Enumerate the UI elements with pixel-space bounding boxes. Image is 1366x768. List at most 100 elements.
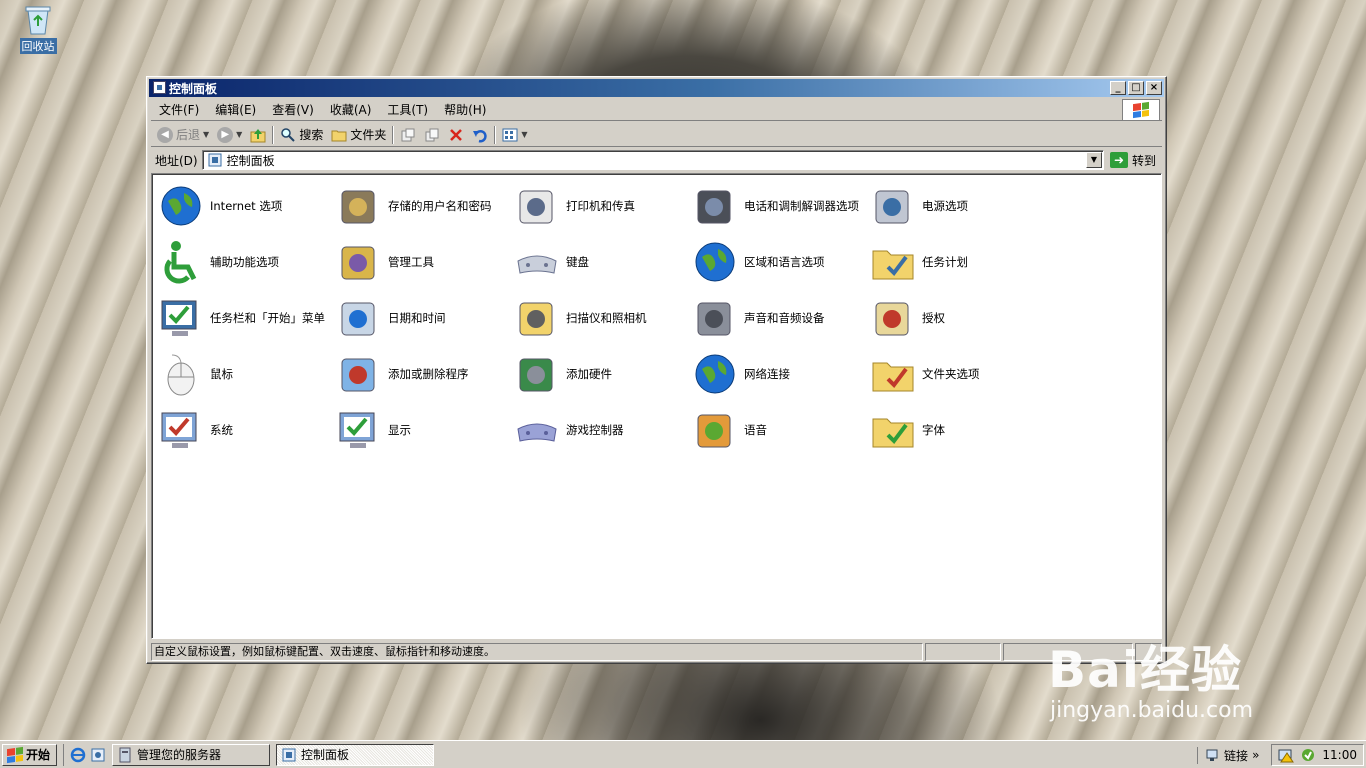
control-panel-item[interactable]: 字体 (870, 402, 1048, 458)
up-button[interactable] (246, 124, 270, 146)
item-label: 存储的用户名和密码 (388, 198, 492, 213)
views-icon (502, 128, 518, 141)
control-panel-item[interactable]: 任务栏和「开始」菜单 (158, 290, 336, 346)
back-arrow-icon: ◀ (157, 126, 173, 143)
search-label: 搜索 (299, 128, 324, 142)
move-to-icon (401, 128, 415, 141)
system-tray: 链接 » 11:00 (1197, 744, 1364, 766)
control-panel-item[interactable]: 辅助功能选项 (158, 234, 336, 290)
control-panel-icon[interactable] (90, 747, 106, 763)
control-panel-item[interactable]: 添加或删除程序 (336, 346, 514, 402)
keyboard-icon (514, 239, 560, 285)
maximize-button[interactable]: □ (1128, 81, 1144, 95)
item-label: 管理工具 (388, 254, 434, 269)
control-panel-item[interactable]: 电话和调制解调器选项 (692, 178, 870, 234)
add-hardware-icon (514, 351, 560, 397)
minimize-button[interactable]: _ (1110, 81, 1126, 95)
back-button[interactable]: ◀ 后退 ▼ (153, 124, 213, 146)
go-button[interactable]: ➜ 转到 (1104, 152, 1162, 169)
folders-label: 文件夹 (350, 128, 387, 142)
control-panel-item[interactable]: 显示 (336, 402, 514, 458)
control-panel-item[interactable]: 扫描仪和照相机 (514, 290, 692, 346)
baidu-watermark: Bai经验 jingyan.baidu.com (1048, 630, 1253, 723)
task-label: 管理您的服务器 (137, 748, 222, 762)
windows-logo-icon (7, 746, 23, 763)
control-panel-item[interactable]: 存储的用户名和密码 (336, 178, 514, 234)
scanner-camera-icon (514, 295, 560, 341)
control-panel-item[interactable]: 电源选项 (870, 178, 1048, 234)
system-icon (158, 407, 204, 453)
back-label: 后退 (176, 128, 201, 142)
menu-favorites[interactable]: 收藏(A) (322, 100, 380, 120)
task-control-panel[interactable]: 控制面板 (276, 743, 435, 766)
delete-button[interactable] (444, 124, 468, 146)
taskbar: 开始 管理您的服务器 控制面板 链接 » 11:00 (0, 740, 1366, 768)
menu-help[interactable]: 帮助(H) (436, 100, 494, 120)
window-titlebar[interactable]: 控制面板 _ □ × (149, 79, 1164, 97)
links-label: 链接 (1224, 748, 1249, 763)
folders-button[interactable]: 文件夹 (327, 124, 390, 146)
date-time-icon (336, 295, 382, 341)
control-panel-item[interactable]: 文件夹选项 (870, 346, 1048, 402)
close-button[interactable]: × (1146, 81, 1162, 95)
recycle-bin[interactable]: 回收站 (14, 4, 62, 54)
start-button[interactable]: 开始 (2, 743, 58, 766)
power-options-icon (870, 183, 916, 229)
update-tray-icon[interactable] (1300, 747, 1316, 763)
control-panel-item[interactable]: 键盘 (514, 234, 692, 290)
item-label: 语音 (744, 422, 767, 437)
recycle-bin-label: 回收站 (19, 38, 57, 54)
folder-up-icon (250, 128, 266, 142)
licensing-icon (870, 295, 916, 341)
control-panel-item[interactable]: 管理工具 (336, 234, 514, 290)
menu-tools[interactable]: 工具(T) (379, 100, 436, 120)
copy-to-button[interactable] (420, 124, 444, 146)
address-dropdown-button[interactable]: ▼ (1085, 152, 1102, 168)
control-panel-item[interactable]: 任务计划 (870, 234, 1048, 290)
control-panel-item[interactable]: 声音和音频设备 (692, 290, 870, 346)
internet-explorer-icon[interactable] (70, 747, 86, 763)
clock[interactable]: 11:00 (1322, 748, 1357, 762)
scheduled-tasks-icon (870, 239, 916, 285)
menu-view[interactable]: 查看(V) (264, 100, 322, 120)
control-panel-item[interactable]: 授权 (870, 290, 1048, 346)
address-value: 控制面板 (226, 153, 275, 168)
folder-options-icon (870, 351, 916, 397)
item-label: 添加或删除程序 (388, 366, 469, 381)
internet-options-icon (158, 183, 204, 229)
address-label: 地址(D) (155, 153, 198, 168)
item-label: 文件夹选项 (922, 366, 980, 381)
search-button[interactable]: 搜索 (276, 124, 327, 146)
control-panel-item[interactable]: 网络连接 (692, 346, 870, 402)
links-toolbar[interactable]: 链接 » (1197, 746, 1265, 764)
control-panel-item[interactable]: 系统 (158, 402, 336, 458)
admin-tools-icon (336, 239, 382, 285)
control-panel-item[interactable]: 游戏控制器 (514, 402, 692, 458)
address-input[interactable]: 控制面板 ▼ (201, 150, 1104, 170)
menu-file[interactable]: 文件(F) (151, 100, 207, 120)
copy-to-icon (425, 128, 439, 141)
menu-edit[interactable]: 编辑(E) (207, 100, 264, 120)
control-panel-item[interactable]: 日期和时间 (336, 290, 514, 346)
control-panel-item[interactable]: 语音 (692, 402, 870, 458)
stored-passwords-icon (336, 183, 382, 229)
control-panel-item[interactable]: Internet 选项 (158, 178, 336, 234)
views-button[interactable]: ▼ (498, 124, 531, 146)
fonts-icon (870, 407, 916, 453)
windows-logo-icon (1122, 99, 1160, 121)
control-panel-item[interactable]: 区域和语言选项 (692, 234, 870, 290)
item-label: 电话和调制解调器选项 (744, 198, 859, 213)
task-manage-server[interactable]: 管理您的服务器 (112, 743, 271, 766)
folder-icon (331, 130, 347, 141)
move-to-button[interactable] (396, 124, 420, 146)
control-panel-item[interactable]: 鼠标 (158, 346, 336, 402)
watermark-brand: Bai经验 (1048, 641, 1242, 699)
item-label: 电源选项 (922, 198, 968, 213)
item-label: 任务栏和「开始」菜单 (210, 310, 325, 325)
undo-button[interactable] (468, 124, 492, 146)
warning-tray-icon[interactable] (1278, 747, 1295, 763)
forward-button[interactable]: ▶ ▼ (213, 124, 246, 146)
taskbar-start-menu-icon (158, 295, 204, 341)
control-panel-item[interactable]: 添加硬件 (514, 346, 692, 402)
control-panel-item[interactable]: 打印机和传真 (514, 178, 692, 234)
